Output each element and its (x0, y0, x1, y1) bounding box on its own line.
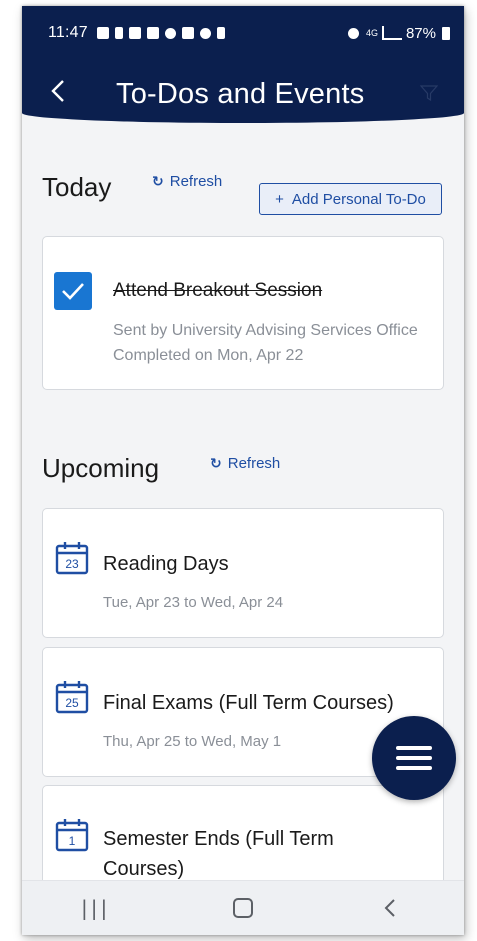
page-title: To-Dos and Events (116, 78, 365, 110)
todo-sender: Sent by University Advising Services Off… (113, 322, 418, 339)
upcoming-heading: Upcoming (42, 453, 160, 483)
refresh-label: Refresh (227, 455, 281, 472)
battery-percent: 87% (405, 24, 436, 42)
notification-icon (114, 27, 123, 39)
home-icon (232, 898, 253, 918)
today-heading: Today (42, 172, 112, 202)
calendar-icon: 23 (55, 542, 89, 575)
calendar-icon: 1 (55, 819, 89, 852)
status-bar: 11:47 4G 87% (48, 22, 450, 44)
chevron-left-icon (51, 80, 64, 102)
event-title-line1: Semester Ends (Full Term (103, 828, 334, 850)
notification-icon (96, 27, 109, 39)
refresh-icon: ↻ (210, 455, 222, 471)
event-title: Reading Days (103, 553, 229, 575)
add-personal-todo-button[interactable]: + Add Personal To-Do (259, 183, 442, 215)
todo-title: Attend Breakout Session (113, 280, 323, 301)
home-button[interactable] (213, 888, 273, 928)
back-icon (384, 899, 396, 917)
checkmark-icon (62, 283, 84, 300)
recents-icon: ||| (81, 896, 111, 920)
upcoming-refresh-button[interactable]: ↻ Refresh (210, 455, 280, 472)
mute-icon (216, 27, 225, 39)
back-button[interactable] (44, 74, 72, 108)
plus-icon: + (275, 190, 284, 208)
event-dates: Thu, Apr 25 to Wed, May 1 (103, 733, 282, 750)
menu-fab-button[interactable] (372, 716, 456, 800)
signal-icon (381, 26, 402, 40)
filter-icon[interactable] (420, 84, 438, 102)
refresh-icon: ↻ (152, 173, 164, 189)
event-dates: Tue, Apr 23 to Wed, Apr 24 (103, 594, 284, 611)
today-refresh-button[interactable]: ↻ Refresh (152, 173, 222, 190)
calendar-icon: 25 (55, 681, 89, 714)
todo-card[interactable]: Attend Breakout Session Sent by Universi… (42, 236, 444, 390)
battery-icon (442, 26, 450, 40)
refresh-label: Refresh (169, 173, 223, 190)
hamburger-menu-icon (396, 746, 432, 770)
system-nav-bar: ||| (22, 880, 464, 935)
event-title-line2: Courses) (103, 858, 185, 880)
notification-icon (146, 27, 159, 39)
wifi-icon (347, 27, 359, 39)
event-title: Final Exams (Full Term Courses) (103, 692, 394, 714)
status-right: 4G 87% (345, 25, 450, 42)
calendar-day: 25 (65, 696, 79, 710)
recents-button[interactable]: ||| (66, 888, 126, 928)
google-icon (128, 27, 141, 39)
todo-completed-date: Completed on Mon, Apr 22 (113, 347, 304, 364)
location-icon (164, 27, 176, 39)
system-back-button[interactable] (360, 888, 420, 928)
app-header: 11:47 4G 87% To-Dos and Events (22, 6, 464, 123)
phone-screen: 11:47 4G 87% To-Dos and Events Today ↻ R… (22, 6, 464, 935)
calendar-day: 23 (65, 557, 79, 571)
network-label: 4G (365, 28, 378, 38)
add-personal-todo-label: Add Personal To-Do (291, 190, 426, 208)
alarm-icon (199, 27, 211, 39)
notification-icon (181, 27, 194, 39)
status-time: 11:47 (48, 24, 88, 41)
event-card-reading-days[interactable]: 23 Reading Days Tue, Apr 23 to Wed, Apr … (42, 508, 444, 638)
calendar-day: 1 (69, 834, 76, 848)
todo-checkbox[interactable] (54, 272, 92, 310)
